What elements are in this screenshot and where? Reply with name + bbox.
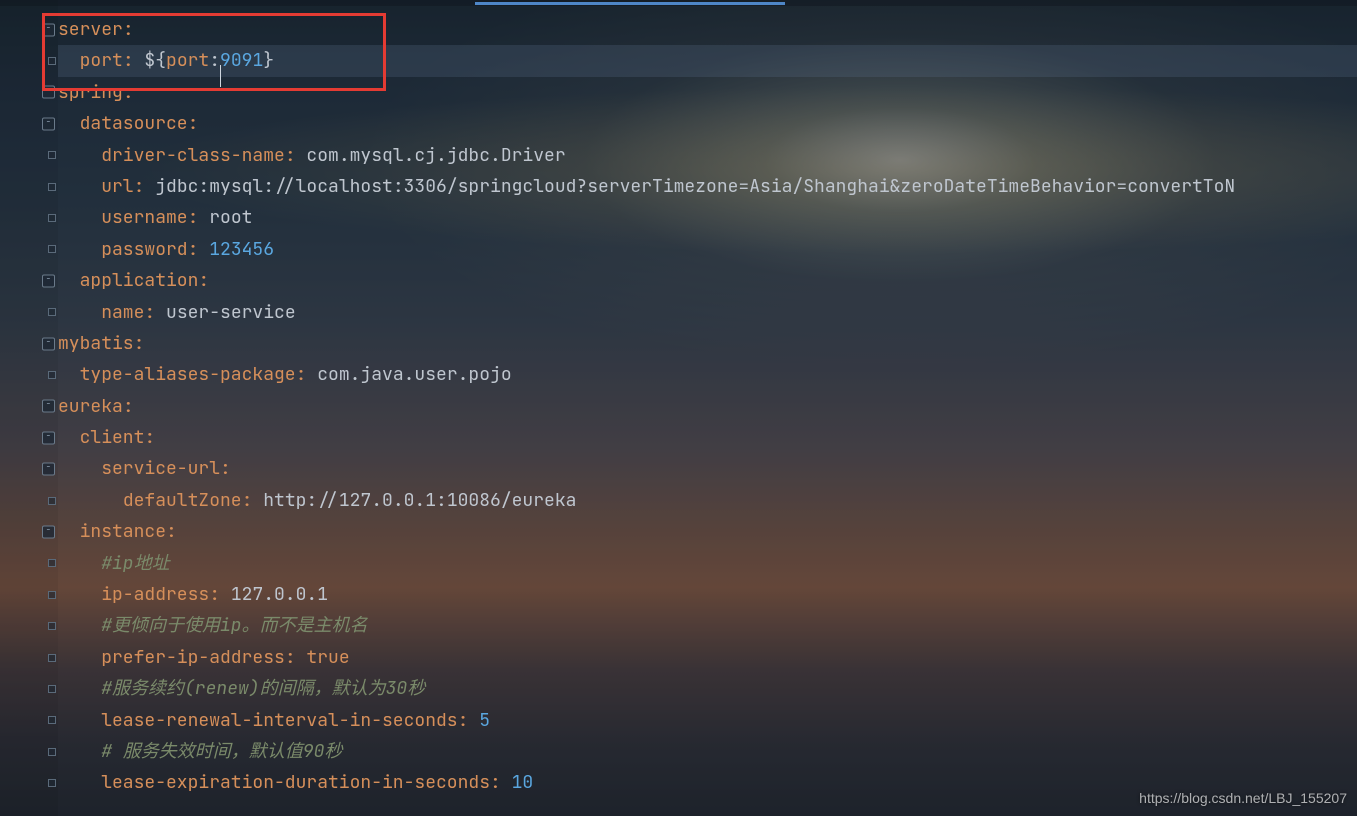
line-content: service-url:	[58, 457, 231, 480]
line-content: eureka:	[58, 395, 134, 418]
code-line[interactable]: eureka:	[58, 391, 1357, 422]
gutter-marker	[48, 371, 56, 379]
line-content: #更倾向于使用ip。而不是主机名	[58, 614, 368, 637]
line-content: type-aliases-package: com.java.user.pojo	[58, 363, 512, 386]
code-line[interactable]: password: 123456	[58, 234, 1357, 265]
code-line[interactable]: defaultZone: http://127.0.0.1:10086/eure…	[58, 485, 1357, 516]
line-content: mybatis:	[58, 332, 144, 355]
line-content: lease-renewal-interval-in-seconds: 5	[58, 709, 490, 732]
code-line[interactable]: driver-class-name: com.mysql.cj.jdbc.Dri…	[58, 140, 1357, 171]
code-line[interactable]: datasource:	[58, 108, 1357, 139]
gutter-marker	[48, 716, 56, 724]
code-line[interactable]: client:	[58, 422, 1357, 453]
code-line[interactable]: ip-address: 127.0.0.1	[58, 579, 1357, 610]
gutter-marker	[48, 748, 56, 756]
code-line[interactable]: # 服务失效时间，默认值90秒	[58, 736, 1357, 767]
gutter-marker	[48, 308, 56, 316]
line-content: application:	[58, 269, 209, 292]
code-line[interactable]: instance:	[58, 516, 1357, 547]
line-content: datasource:	[58, 112, 198, 135]
line-content: port: ${port:9091}	[58, 49, 274, 72]
line-content: client:	[58, 426, 155, 449]
code-line[interactable]: #更倾向于使用ip。而不是主机名	[58, 610, 1357, 641]
line-content: defaultZone: http://127.0.0.1:10086/eure…	[58, 489, 576, 512]
line-content: server:	[58, 18, 134, 41]
line-content: spring:	[58, 81, 134, 104]
fold-toggle-icon[interactable]	[42, 431, 55, 444]
code-line[interactable]: username: root	[58, 202, 1357, 233]
gutter-marker	[48, 559, 56, 567]
code-line[interactable]: mybatis:	[58, 328, 1357, 359]
gutter-marker	[48, 622, 56, 630]
gutter-marker	[48, 779, 56, 787]
line-content: name: user-service	[58, 301, 296, 324]
fold-toggle-icon[interactable]	[42, 337, 55, 350]
code-line[interactable]: application:	[58, 265, 1357, 296]
line-content: prefer-ip-address: true	[58, 646, 350, 669]
code-line[interactable]: service-url:	[58, 453, 1357, 484]
line-content: username: root	[58, 206, 252, 229]
line-content: # 服务失效时间，默认值90秒	[58, 740, 342, 763]
fold-toggle-icon[interactable]	[42, 23, 55, 36]
gutter-marker	[48, 591, 56, 599]
code-line[interactable]: prefer-ip-address: true	[58, 642, 1357, 673]
fold-toggle-icon[interactable]	[42, 86, 55, 99]
fold-toggle-icon[interactable]	[42, 274, 55, 287]
code-line[interactable]: spring:	[58, 77, 1357, 108]
line-content: password: 123456	[58, 238, 274, 261]
gutter-marker	[48, 654, 56, 662]
code-line[interactable]: port: ${port:9091}	[58, 45, 1357, 76]
code-line[interactable]: type-aliases-package: com.java.user.pojo	[58, 359, 1357, 390]
line-content: url: jdbc:mysql://localhost:3306/springc…	[58, 175, 1235, 198]
fold-toggle-icon[interactable]	[42, 400, 55, 413]
code-line[interactable]: url: jdbc:mysql://localhost:3306/springc…	[58, 171, 1357, 202]
gutter-marker	[48, 497, 56, 505]
line-content: ip-address: 127.0.0.1	[58, 583, 328, 606]
line-content: driver-class-name: com.mysql.cj.jdbc.Dri…	[58, 144, 566, 167]
code-line[interactable]: name: user-service	[58, 297, 1357, 328]
code-area[interactable]: server: port: ${port:9091} spring: dataso…	[58, 0, 1357, 816]
watermark-text: https://blog.csdn.net/LBJ_155207	[1139, 790, 1347, 806]
fold-toggle-icon[interactable]	[42, 463, 55, 476]
active-tab-indicator	[475, 2, 785, 5]
code-line[interactable]: server:	[58, 14, 1357, 45]
gutter-marker	[48, 245, 56, 253]
gutter-marker	[48, 183, 56, 191]
code-line[interactable]: #ip地址	[58, 548, 1357, 579]
fold-toggle-icon[interactable]	[42, 117, 55, 130]
gutter-marker	[48, 151, 56, 159]
code-line[interactable]: lease-renewal-interval-in-seconds: 5	[58, 705, 1357, 736]
code-editor[interactable]: server: port: ${port:9091} spring: dataso…	[0, 0, 1357, 816]
fold-toggle-icon[interactable]	[42, 525, 55, 538]
line-content: lease-expiration-duration-in-seconds: 10	[58, 771, 533, 794]
gutter-marker	[48, 685, 56, 693]
gutter-marker	[48, 57, 56, 65]
code-line[interactable]: #服务续约(renew)的间隔，默认为30秒	[58, 673, 1357, 704]
line-content: #服务续约(renew)的间隔，默认为30秒	[58, 677, 425, 700]
line-content: #ip地址	[58, 552, 170, 575]
line-content: instance:	[58, 520, 177, 543]
gutter-marker	[48, 214, 56, 222]
